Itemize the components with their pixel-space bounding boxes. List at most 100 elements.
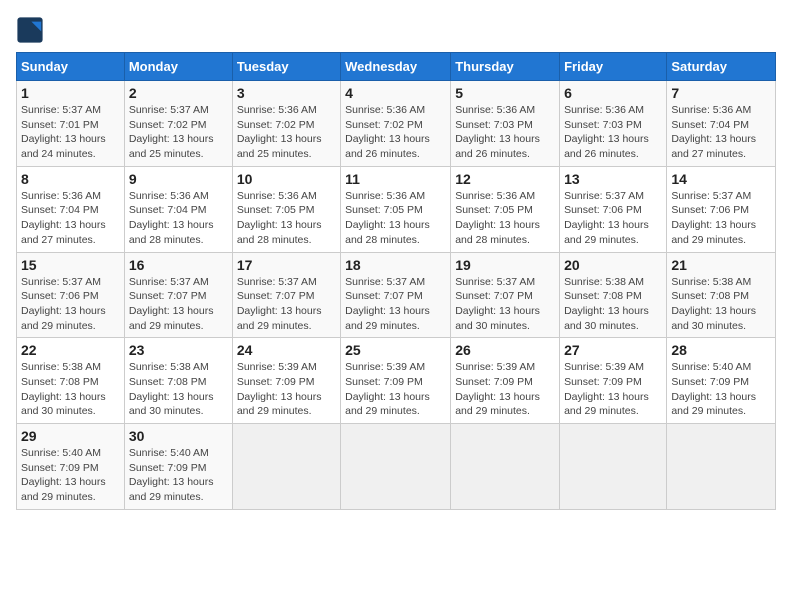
weekday-header: Saturday [667,53,776,81]
day-number: 18 [345,257,446,273]
day-number: 29 [21,428,120,444]
calendar-day-cell: 11 Sunrise: 5:36 AM Sunset: 7:05 PM Dayl… [341,166,451,252]
day-info: Sunrise: 5:36 AM Sunset: 7:04 PM Dayligh… [21,189,120,248]
calendar-day-cell: 17 Sunrise: 5:37 AM Sunset: 7:07 PM Dayl… [232,252,340,338]
day-info: Sunrise: 5:37 AM Sunset: 7:07 PM Dayligh… [129,275,228,334]
day-info: Sunrise: 5:36 AM Sunset: 7:04 PM Dayligh… [671,103,771,162]
day-info: Sunrise: 5:39 AM Sunset: 7:09 PM Dayligh… [345,360,446,419]
day-number: 16 [129,257,228,273]
day-info: Sunrise: 5:36 AM Sunset: 7:02 PM Dayligh… [237,103,336,162]
calendar-day-cell: 24 Sunrise: 5:39 AM Sunset: 7:09 PM Dayl… [232,338,340,424]
day-number: 13 [564,171,662,187]
day-number: 8 [21,171,120,187]
weekday-header: Wednesday [341,53,451,81]
weekday-header: Sunday [17,53,125,81]
calendar-day-cell: 22 Sunrise: 5:38 AM Sunset: 7:08 PM Dayl… [17,338,125,424]
weekday-header: Friday [560,53,667,81]
day-number: 24 [237,342,336,358]
calendar-day-cell: 23 Sunrise: 5:38 AM Sunset: 7:08 PM Dayl… [124,338,232,424]
calendar-day-cell: 21 Sunrise: 5:38 AM Sunset: 7:08 PM Dayl… [667,252,776,338]
day-info: Sunrise: 5:38 AM Sunset: 7:08 PM Dayligh… [564,275,662,334]
day-info: Sunrise: 5:36 AM Sunset: 7:05 PM Dayligh… [237,189,336,248]
day-info: Sunrise: 5:37 AM Sunset: 7:02 PM Dayligh… [129,103,228,162]
day-number: 19 [455,257,555,273]
day-info: Sunrise: 5:40 AM Sunset: 7:09 PM Dayligh… [129,446,228,505]
day-number: 17 [237,257,336,273]
calendar-day-cell: 20 Sunrise: 5:38 AM Sunset: 7:08 PM Dayl… [560,252,667,338]
calendar-week-row: 1 Sunrise: 5:37 AM Sunset: 7:01 PM Dayli… [17,81,776,167]
day-info: Sunrise: 5:36 AM Sunset: 7:02 PM Dayligh… [345,103,446,162]
day-info: Sunrise: 5:37 AM Sunset: 7:06 PM Dayligh… [21,275,120,334]
day-info: Sunrise: 5:36 AM Sunset: 7:05 PM Dayligh… [345,189,446,248]
day-number: 20 [564,257,662,273]
calendar-day-cell: 15 Sunrise: 5:37 AM Sunset: 7:06 PM Dayl… [17,252,125,338]
calendar-week-row: 8 Sunrise: 5:36 AM Sunset: 7:04 PM Dayli… [17,166,776,252]
day-number: 26 [455,342,555,358]
calendar-day-cell: 3 Sunrise: 5:36 AM Sunset: 7:02 PM Dayli… [232,81,340,167]
calendar-day-cell: 7 Sunrise: 5:36 AM Sunset: 7:04 PM Dayli… [667,81,776,167]
calendar-day-cell [560,424,667,510]
day-info: Sunrise: 5:36 AM Sunset: 7:04 PM Dayligh… [129,189,228,248]
day-info: Sunrise: 5:38 AM Sunset: 7:08 PM Dayligh… [671,275,771,334]
calendar-week-row: 22 Sunrise: 5:38 AM Sunset: 7:08 PM Dayl… [17,338,776,424]
calendar-day-cell: 18 Sunrise: 5:37 AM Sunset: 7:07 PM Dayl… [341,252,451,338]
calendar-day-cell: 12 Sunrise: 5:36 AM Sunset: 7:05 PM Dayl… [451,166,560,252]
day-number: 25 [345,342,446,358]
calendar-week-row: 15 Sunrise: 5:37 AM Sunset: 7:06 PM Dayl… [17,252,776,338]
calendar-day-cell: 8 Sunrise: 5:36 AM Sunset: 7:04 PM Dayli… [17,166,125,252]
day-info: Sunrise: 5:40 AM Sunset: 7:09 PM Dayligh… [671,360,771,419]
calendar-day-cell: 5 Sunrise: 5:36 AM Sunset: 7:03 PM Dayli… [451,81,560,167]
day-info: Sunrise: 5:36 AM Sunset: 7:03 PM Dayligh… [564,103,662,162]
calendar-day-cell: 13 Sunrise: 5:37 AM Sunset: 7:06 PM Dayl… [560,166,667,252]
day-number: 7 [671,85,771,101]
day-info: Sunrise: 5:37 AM Sunset: 7:07 PM Dayligh… [455,275,555,334]
day-number: 9 [129,171,228,187]
calendar-body: 1 Sunrise: 5:37 AM Sunset: 7:01 PM Dayli… [17,81,776,510]
logo [16,16,48,44]
calendar-day-cell: 10 Sunrise: 5:36 AM Sunset: 7:05 PM Dayl… [232,166,340,252]
weekday-row: SundayMondayTuesdayWednesdayThursdayFrid… [17,53,776,81]
calendar-day-cell: 2 Sunrise: 5:37 AM Sunset: 7:02 PM Dayli… [124,81,232,167]
day-info: Sunrise: 5:37 AM Sunset: 7:01 PM Dayligh… [21,103,120,162]
calendar-day-cell [232,424,340,510]
day-number: 3 [237,85,336,101]
calendar-day-cell: 27 Sunrise: 5:39 AM Sunset: 7:09 PM Dayl… [560,338,667,424]
calendar-day-cell: 1 Sunrise: 5:37 AM Sunset: 7:01 PM Dayli… [17,81,125,167]
day-number: 23 [129,342,228,358]
calendar-header: SundayMondayTuesdayWednesdayThursdayFrid… [17,53,776,81]
day-info: Sunrise: 5:37 AM Sunset: 7:07 PM Dayligh… [237,275,336,334]
calendar-day-cell [667,424,776,510]
day-number: 28 [671,342,771,358]
day-info: Sunrise: 5:37 AM Sunset: 7:07 PM Dayligh… [345,275,446,334]
day-info: Sunrise: 5:39 AM Sunset: 7:09 PM Dayligh… [237,360,336,419]
calendar-day-cell [451,424,560,510]
day-number: 6 [564,85,662,101]
day-info: Sunrise: 5:37 AM Sunset: 7:06 PM Dayligh… [671,189,771,248]
day-number: 10 [237,171,336,187]
calendar-day-cell: 25 Sunrise: 5:39 AM Sunset: 7:09 PM Dayl… [341,338,451,424]
day-number: 22 [21,342,120,358]
day-number: 11 [345,171,446,187]
calendar-day-cell: 26 Sunrise: 5:39 AM Sunset: 7:09 PM Dayl… [451,338,560,424]
calendar-day-cell: 6 Sunrise: 5:36 AM Sunset: 7:03 PM Dayli… [560,81,667,167]
day-number: 1 [21,85,120,101]
day-number: 5 [455,85,555,101]
day-number: 15 [21,257,120,273]
calendar-day-cell: 29 Sunrise: 5:40 AM Sunset: 7:09 PM Dayl… [17,424,125,510]
calendar-day-cell: 28 Sunrise: 5:40 AM Sunset: 7:09 PM Dayl… [667,338,776,424]
calendar-table: SundayMondayTuesdayWednesdayThursdayFrid… [16,52,776,510]
day-info: Sunrise: 5:40 AM Sunset: 7:09 PM Dayligh… [21,446,120,505]
header [16,16,776,44]
calendar-day-cell: 9 Sunrise: 5:36 AM Sunset: 7:04 PM Dayli… [124,166,232,252]
calendar-week-row: 29 Sunrise: 5:40 AM Sunset: 7:09 PM Dayl… [17,424,776,510]
weekday-header: Tuesday [232,53,340,81]
day-info: Sunrise: 5:39 AM Sunset: 7:09 PM Dayligh… [564,360,662,419]
logo-icon [16,16,44,44]
calendar-day-cell: 16 Sunrise: 5:37 AM Sunset: 7:07 PM Dayl… [124,252,232,338]
day-info: Sunrise: 5:39 AM Sunset: 7:09 PM Dayligh… [455,360,555,419]
day-number: 4 [345,85,446,101]
calendar-day-cell: 30 Sunrise: 5:40 AM Sunset: 7:09 PM Dayl… [124,424,232,510]
calendar-day-cell [341,424,451,510]
day-number: 12 [455,171,555,187]
calendar-day-cell: 4 Sunrise: 5:36 AM Sunset: 7:02 PM Dayli… [341,81,451,167]
